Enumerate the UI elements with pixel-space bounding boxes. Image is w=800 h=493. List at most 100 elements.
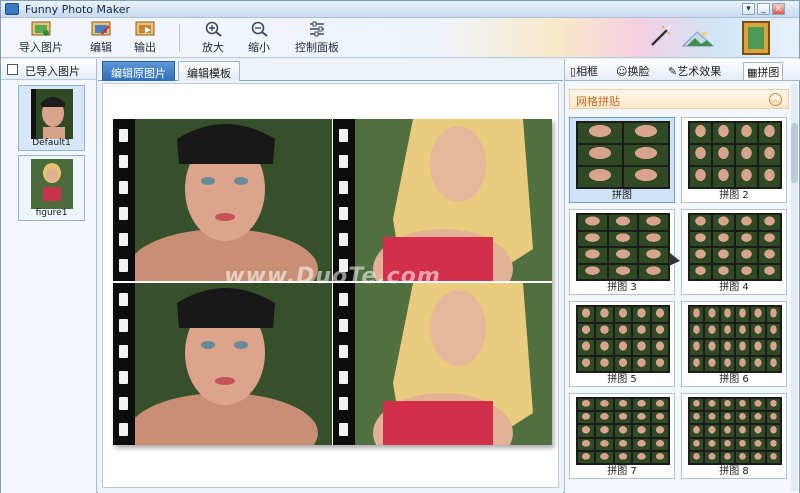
window-menu-button[interactable]: ▾ bbox=[742, 3, 755, 15]
effects-tabs: ▯相框 ☺换脸 ✎艺术效果 ▦拼图 bbox=[565, 59, 800, 81]
template-tile bbox=[713, 167, 734, 187]
film-strip bbox=[113, 119, 135, 281]
close-button[interactable]: × bbox=[772, 3, 785, 15]
template-tile bbox=[705, 323, 719, 338]
template-tile bbox=[759, 215, 780, 230]
portrait-thumbnail bbox=[31, 89, 73, 139]
image-thumbnail-figure1[interactable]: figure1 bbox=[18, 155, 85, 221]
template-tile bbox=[766, 438, 780, 450]
template-tile bbox=[596, 438, 613, 450]
template-tile bbox=[614, 412, 632, 424]
template-tile bbox=[736, 323, 750, 338]
zoom-in-icon bbox=[205, 21, 222, 37]
tab-collage[interactable]: ▦拼图 bbox=[743, 62, 784, 80]
images-icon bbox=[7, 64, 18, 75]
brush-icon: ✎ bbox=[668, 65, 678, 78]
template-tile bbox=[690, 399, 704, 411]
collage-template-item[interactable]: 拼图 3 bbox=[569, 209, 675, 295]
portrait-photo bbox=[333, 283, 552, 445]
collage-cell bbox=[113, 283, 332, 445]
template-tile bbox=[720, 340, 734, 355]
collage-template-item[interactable]: 拼图 5 bbox=[569, 301, 675, 387]
zoom-in-button[interactable]: 放大 bbox=[197, 21, 229, 55]
import-image-icon bbox=[31, 21, 51, 36]
scrollbar-thumb[interactable] bbox=[791, 123, 798, 183]
template-tile bbox=[720, 356, 734, 371]
collage-template-item[interactable]: 拼图 4 bbox=[681, 209, 787, 295]
tab-face-swap[interactable]: ☺换脸 bbox=[613, 62, 652, 80]
control-panel-button[interactable]: 控制面板 bbox=[289, 21, 345, 55]
collage-template-label: 拼图 7 bbox=[607, 466, 637, 477]
magic-wand-icon[interactable] bbox=[649, 24, 673, 48]
template-tile bbox=[720, 307, 734, 322]
template-tile bbox=[651, 307, 668, 322]
collapse-icon[interactable]: ︿ bbox=[769, 93, 782, 106]
template-tile bbox=[713, 264, 734, 279]
template-tile bbox=[766, 412, 780, 424]
template-tile bbox=[639, 215, 668, 230]
title-bar: Funny Photo Maker ▾ _ × bbox=[1, 1, 799, 18]
collage-cell bbox=[333, 283, 552, 445]
zoom-out-button[interactable]: 缩小 bbox=[243, 21, 275, 55]
collage-template-label: 拼图 4 bbox=[719, 282, 749, 293]
tab-collage-label: 拼图 bbox=[757, 66, 780, 79]
image-thumbnail-default1[interactable]: Default1 bbox=[18, 85, 85, 151]
grid-collage-section-header[interactable]: 网格拼贴 ︿ bbox=[569, 89, 789, 109]
canvas[interactable]: www.DuoTe.com bbox=[102, 83, 559, 488]
template-tile bbox=[705, 340, 719, 355]
template-tile bbox=[690, 356, 704, 371]
template-tile bbox=[578, 264, 607, 279]
edit-button[interactable]: 编辑 bbox=[85, 21, 117, 55]
window-title: Funny Photo Maker bbox=[25, 3, 131, 16]
tab-edit-original[interactable]: 编辑原图片 bbox=[102, 61, 175, 81]
minimize-button[interactable]: _ bbox=[757, 3, 770, 15]
zoom-out-icon bbox=[251, 21, 268, 37]
collage-template-item[interactable]: 拼图 8 bbox=[681, 393, 787, 479]
template-tile bbox=[596, 412, 613, 424]
collage-template-preview bbox=[576, 213, 670, 281]
edit-icon bbox=[91, 21, 111, 36]
collage-template-preview bbox=[688, 397, 782, 465]
template-tile bbox=[578, 167, 622, 187]
export-button[interactable]: 输出 bbox=[129, 21, 161, 55]
thumbnail-label: Default1 bbox=[32, 138, 71, 148]
tab-frame[interactable]: ▯相框 bbox=[567, 62, 601, 80]
thumbnail-label: figure1 bbox=[35, 208, 68, 218]
collage-template-item[interactable]: 拼图 2 bbox=[681, 117, 787, 203]
template-tile bbox=[690, 323, 704, 338]
app-icon bbox=[5, 3, 19, 15]
tab-art-effects[interactable]: ✎艺术效果 bbox=[665, 62, 724, 80]
template-tile bbox=[766, 399, 780, 411]
template-tile bbox=[614, 307, 632, 322]
tab-edit-template[interactable]: 编辑模板 bbox=[178, 61, 240, 81]
vertical-scrollbar[interactable] bbox=[791, 83, 798, 491]
template-tile bbox=[578, 248, 607, 263]
import-button[interactable]: 导入图片 bbox=[15, 21, 67, 55]
portrait-photo bbox=[113, 119, 332, 281]
template-tile bbox=[608, 231, 638, 246]
template-tile bbox=[736, 248, 757, 263]
film-strip bbox=[113, 283, 135, 445]
template-tile bbox=[713, 215, 734, 230]
template-tile bbox=[596, 340, 613, 355]
template-tile bbox=[596, 425, 613, 437]
collage-template-item[interactable]: 拼图 bbox=[569, 117, 675, 203]
template-tile bbox=[705, 438, 719, 450]
template-tile bbox=[624, 123, 668, 143]
template-tile bbox=[596, 399, 613, 411]
control-panel-label: 控制面板 bbox=[295, 41, 339, 54]
template-tile bbox=[614, 323, 632, 338]
template-tile bbox=[759, 145, 780, 165]
template-tile bbox=[633, 438, 650, 450]
template-tile bbox=[766, 307, 780, 322]
film-strip bbox=[333, 283, 355, 445]
picture-frame-icon bbox=[742, 21, 770, 55]
export-icon bbox=[135, 21, 155, 36]
template-tile bbox=[759, 248, 780, 263]
section-title: 网格拼贴 bbox=[576, 95, 620, 108]
template-tile bbox=[705, 307, 719, 322]
collage-preview: www.DuoTe.com bbox=[113, 119, 552, 445]
collage-template-item[interactable]: 拼图 7 bbox=[569, 393, 675, 479]
template-tile bbox=[720, 399, 734, 411]
collage-template-item[interactable]: 拼图 6 bbox=[681, 301, 787, 387]
